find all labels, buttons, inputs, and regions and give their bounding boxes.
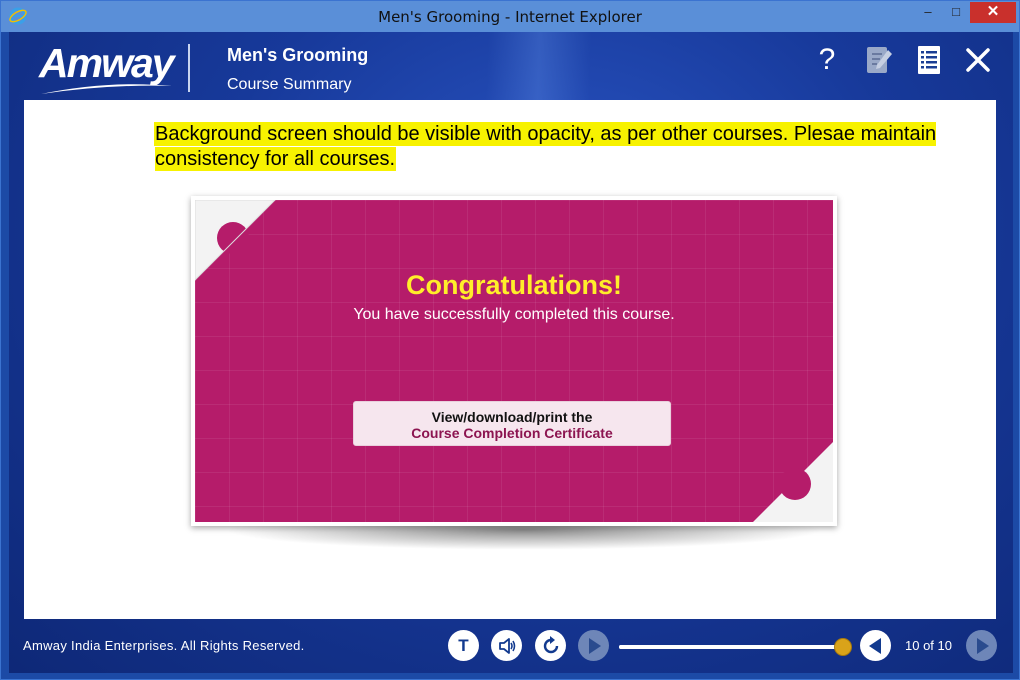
- next-button[interactable]: [966, 630, 997, 661]
- play-icon: [588, 637, 601, 654]
- completion-message: You have successfully completed this cou…: [353, 306, 675, 323]
- help-button[interactable]: ?: [810, 42, 844, 78]
- page-counter: 10 of 10: [905, 638, 952, 653]
- header-divider: [188, 44, 190, 92]
- review-note-text: Background screen should be visible with…: [155, 123, 937, 170]
- certificate-button-line2: Course Completion Certificate: [411, 425, 613, 441]
- review-note: Background screen should be visible with…: [155, 122, 955, 172]
- browser-window: Men's Grooming - Internet Explorer – □ ✕…: [0, 0, 1020, 680]
- course-title: Men's Grooming: [227, 45, 369, 65]
- certificate-button-line1: View/download/print the: [431, 409, 593, 425]
- course-header: Amway Men's Grooming Course Summary ?: [9, 32, 1013, 100]
- maximize-button[interactable]: □: [942, 2, 970, 23]
- minimize-button[interactable]: –: [914, 2, 942, 23]
- course-subtitle: Course Summary: [227, 76, 352, 93]
- certificate-card: Congratulations! You have successfully c…: [191, 196, 837, 526]
- logo-text: Amway: [39, 40, 175, 86]
- corner-ribbon-bottom-right: [753, 442, 833, 522]
- replay-icon: [543, 635, 558, 653]
- certificate-panel: Congratulations! You have successfully c…: [195, 200, 833, 522]
- menu-button[interactable]: [912, 42, 946, 78]
- replay-button[interactable]: [535, 630, 566, 661]
- previous-icon: [868, 637, 881, 654]
- logo-swoosh: [41, 84, 172, 94]
- copyright-text: Amway India Enterprises. All Rights Rese…: [23, 638, 305, 653]
- window-close-button[interactable]: ✕: [970, 2, 1016, 23]
- menu-list-icon: [918, 46, 940, 74]
- notes-icon: [867, 47, 892, 73]
- content-panel: Background screen should be visible with…: [24, 100, 996, 619]
- speaker-icon: [498, 637, 515, 654]
- progress-fill: [619, 645, 843, 649]
- title-bar: Men's Grooming - Internet Explorer – □ ✕: [1, 1, 1019, 32]
- close-icon: [966, 48, 990, 72]
- previous-button[interactable]: [860, 630, 891, 661]
- view-certificate-button[interactable]: View/download/print the Course Completio…: [353, 401, 671, 446]
- course-close-button[interactable]: [961, 42, 995, 78]
- window-title: Men's Grooming - Internet Explorer: [378, 8, 642, 26]
- progress-track[interactable]: [619, 638, 852, 656]
- audio-button[interactable]: [491, 630, 522, 661]
- amway-logo: Amway: [39, 40, 175, 96]
- transcript-icon: T: [458, 635, 469, 655]
- progress-thumb[interactable]: [834, 638, 852, 656]
- help-icon: ?: [818, 43, 836, 76]
- notes-button[interactable]: [862, 42, 896, 78]
- next-icon: [976, 637, 989, 654]
- congratulations-title: Congratulations!: [406, 270, 622, 300]
- transcript-button[interactable]: T: [448, 630, 479, 661]
- play-button[interactable]: [578, 630, 609, 661]
- course-player: Amway Men's Grooming Course Summary ? Ba…: [9, 32, 1013, 673]
- player-footer: Amway India Enterprises. All Rights Rese…: [9, 619, 1013, 673]
